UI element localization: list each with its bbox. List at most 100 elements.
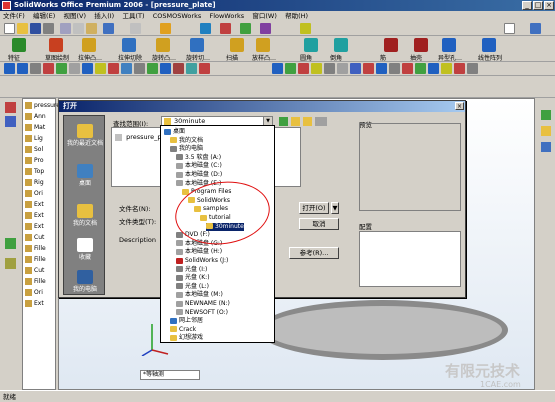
view-orientation-select[interactable]: *等轴测 bbox=[140, 370, 200, 380]
feature-tool-icon[interactable] bbox=[442, 38, 456, 52]
open-button[interactable]: 打开(O) bbox=[299, 202, 329, 214]
cut-icon[interactable] bbox=[60, 23, 71, 34]
sketch-tool-icon[interactable] bbox=[363, 63, 374, 74]
tree-item[interactable]: Ext bbox=[25, 212, 44, 219]
sketch-tool-icon[interactable] bbox=[389, 63, 400, 74]
sketch-tool-icon[interactable] bbox=[324, 63, 335, 74]
dropdown-item[interactable]: Crack bbox=[170, 326, 196, 334]
tree-item[interactable]: Fille bbox=[25, 256, 46, 263]
sketch-tool-icon[interactable] bbox=[4, 63, 15, 74]
sketch-tool-icon[interactable] bbox=[285, 63, 296, 74]
sketch-tool-icon[interactable] bbox=[95, 63, 106, 74]
sketch-tool-icon[interactable] bbox=[337, 63, 348, 74]
config-manager-icon[interactable] bbox=[5, 238, 16, 249]
close-button[interactable]: × bbox=[544, 1, 554, 10]
place-favorites[interactable]: 收藏 bbox=[64, 238, 106, 261]
sketch-tool-icon[interactable] bbox=[56, 63, 67, 74]
dropdown-item[interactable]: NEWSOFT (O:) bbox=[176, 309, 228, 317]
menu-edit[interactable]: 编辑(E) bbox=[30, 11, 58, 22]
section-icon[interactable] bbox=[300, 23, 311, 34]
options-icon[interactable] bbox=[160, 23, 171, 34]
dropdown-item[interactable]: 幻想游戏 bbox=[170, 334, 203, 342]
dropdown-item[interactable]: 网上邻居 bbox=[170, 317, 203, 325]
feature-tool-icon[interactable] bbox=[304, 38, 318, 52]
dialog-close-button[interactable]: × bbox=[455, 102, 464, 110]
tree-item[interactable]: Top bbox=[25, 168, 44, 175]
references-button[interactable]: 参考(R)... bbox=[289, 247, 339, 259]
sketch-tool-icon[interactable] bbox=[17, 63, 28, 74]
rotate-icon[interactable] bbox=[240, 23, 251, 34]
print-icon[interactable] bbox=[43, 23, 54, 34]
dropdown-item[interactable]: 3.5 软盘 (A:) bbox=[176, 154, 221, 162]
tree-item[interactable]: Mat bbox=[25, 124, 45, 131]
sketch-tool-icon[interactable] bbox=[30, 63, 41, 74]
sketch-tool-icon[interactable] bbox=[376, 63, 387, 74]
tree-item[interactable]: Lig bbox=[25, 135, 43, 142]
dropdown-item[interactable]: 本地磁盘 (D:) bbox=[176, 171, 222, 179]
sketch-tool-icon[interactable] bbox=[134, 63, 145, 74]
dropdown-item[interactable]: 我的电脑 bbox=[170, 145, 203, 153]
feature-tool-icon[interactable] bbox=[49, 38, 63, 52]
sketch-tool-icon[interactable] bbox=[402, 63, 413, 74]
feature-tool-icon[interactable] bbox=[12, 38, 26, 52]
new-icon[interactable] bbox=[4, 23, 15, 34]
tree-item[interactable]: Cut bbox=[25, 267, 44, 274]
sketch-tool-icon[interactable] bbox=[298, 63, 309, 74]
view-icon[interactable] bbox=[200, 23, 211, 34]
dropdown-item[interactable]: 桌面 bbox=[164, 128, 185, 136]
feature-tool-icon[interactable] bbox=[190, 38, 204, 52]
menu-cosmosworks[interactable]: COSMOSWorks bbox=[150, 11, 204, 22]
dropdown-item[interactable]: 本地磁盘 (C:) bbox=[176, 162, 222, 170]
open-options-button[interactable]: ▼ bbox=[331, 202, 339, 214]
design-library-icon[interactable] bbox=[541, 126, 551, 136]
property-manager-icon[interactable] bbox=[5, 116, 16, 127]
maximize-button[interactable]: □ bbox=[533, 1, 543, 10]
task-pane-home-icon[interactable] bbox=[541, 110, 551, 120]
feature-tool-icon[interactable] bbox=[414, 38, 428, 52]
sketch-tool-icon[interactable] bbox=[147, 63, 158, 74]
dim-expert-icon[interactable] bbox=[5, 258, 16, 269]
feature-tool-icon[interactable] bbox=[384, 38, 398, 52]
tree-item[interactable]: Cut bbox=[25, 234, 44, 241]
copy-icon[interactable] bbox=[73, 23, 84, 34]
menu-file[interactable]: 文件(F) bbox=[0, 11, 28, 22]
menu-tools[interactable]: 工具(T) bbox=[119, 11, 147, 22]
tree-item[interactable]: Ori bbox=[25, 289, 43, 296]
feature-tool-icon[interactable] bbox=[334, 38, 348, 52]
tree-item[interactable]: Ext bbox=[25, 223, 44, 230]
file-explorer-icon[interactable] bbox=[541, 142, 551, 152]
feature-tool-icon[interactable] bbox=[482, 38, 496, 52]
config-list[interactable] bbox=[359, 231, 461, 287]
tree-item[interactable]: Rig bbox=[25, 179, 44, 186]
dropdown-item[interactable]: 本地磁盘 (M:) bbox=[176, 291, 223, 299]
sketch-tool-icon[interactable] bbox=[428, 63, 439, 74]
feature-tool-icon[interactable] bbox=[82, 38, 96, 52]
sketch-tool-icon[interactable] bbox=[43, 63, 54, 74]
cancel-button[interactable]: 取消 bbox=[299, 218, 339, 230]
view-menu-icon[interactable] bbox=[315, 117, 327, 126]
feature-manager-icon[interactable] bbox=[5, 102, 16, 113]
paste-icon[interactable] bbox=[86, 23, 97, 34]
tree-item[interactable]: Ext bbox=[25, 300, 44, 307]
minimize-button[interactable]: _ bbox=[522, 1, 532, 10]
tree-item[interactable]: Ori bbox=[25, 190, 43, 197]
place-desktop[interactable]: 桌面 bbox=[64, 164, 106, 187]
feature-tool-icon[interactable] bbox=[156, 38, 170, 52]
feature-tool-icon[interactable] bbox=[122, 38, 136, 52]
sketch-tool-icon[interactable] bbox=[160, 63, 171, 74]
undo-icon[interactable] bbox=[103, 23, 114, 34]
back-icon[interactable] bbox=[279, 117, 288, 126]
sketch-tool-icon[interactable] bbox=[199, 63, 210, 74]
tree-item[interactable]: Sol bbox=[25, 146, 43, 153]
tree-item[interactable]: Fille bbox=[25, 245, 46, 252]
menu-window[interactable]: 窗口(W) bbox=[249, 11, 280, 22]
sketch-tool-icon[interactable] bbox=[311, 63, 322, 74]
pan-icon[interactable] bbox=[260, 23, 271, 34]
sketch-tool-icon[interactable] bbox=[454, 63, 465, 74]
dropdown-item[interactable]: 光盘 (K:) bbox=[176, 274, 210, 282]
sketch-tool-icon[interactable] bbox=[467, 63, 478, 74]
tree-item[interactable]: Ann bbox=[25, 113, 46, 120]
sketch-tool-icon[interactable] bbox=[272, 63, 283, 74]
dropdown-item[interactable]: SolidWorks (J:) bbox=[176, 257, 228, 265]
sketch-tool-icon[interactable] bbox=[82, 63, 93, 74]
